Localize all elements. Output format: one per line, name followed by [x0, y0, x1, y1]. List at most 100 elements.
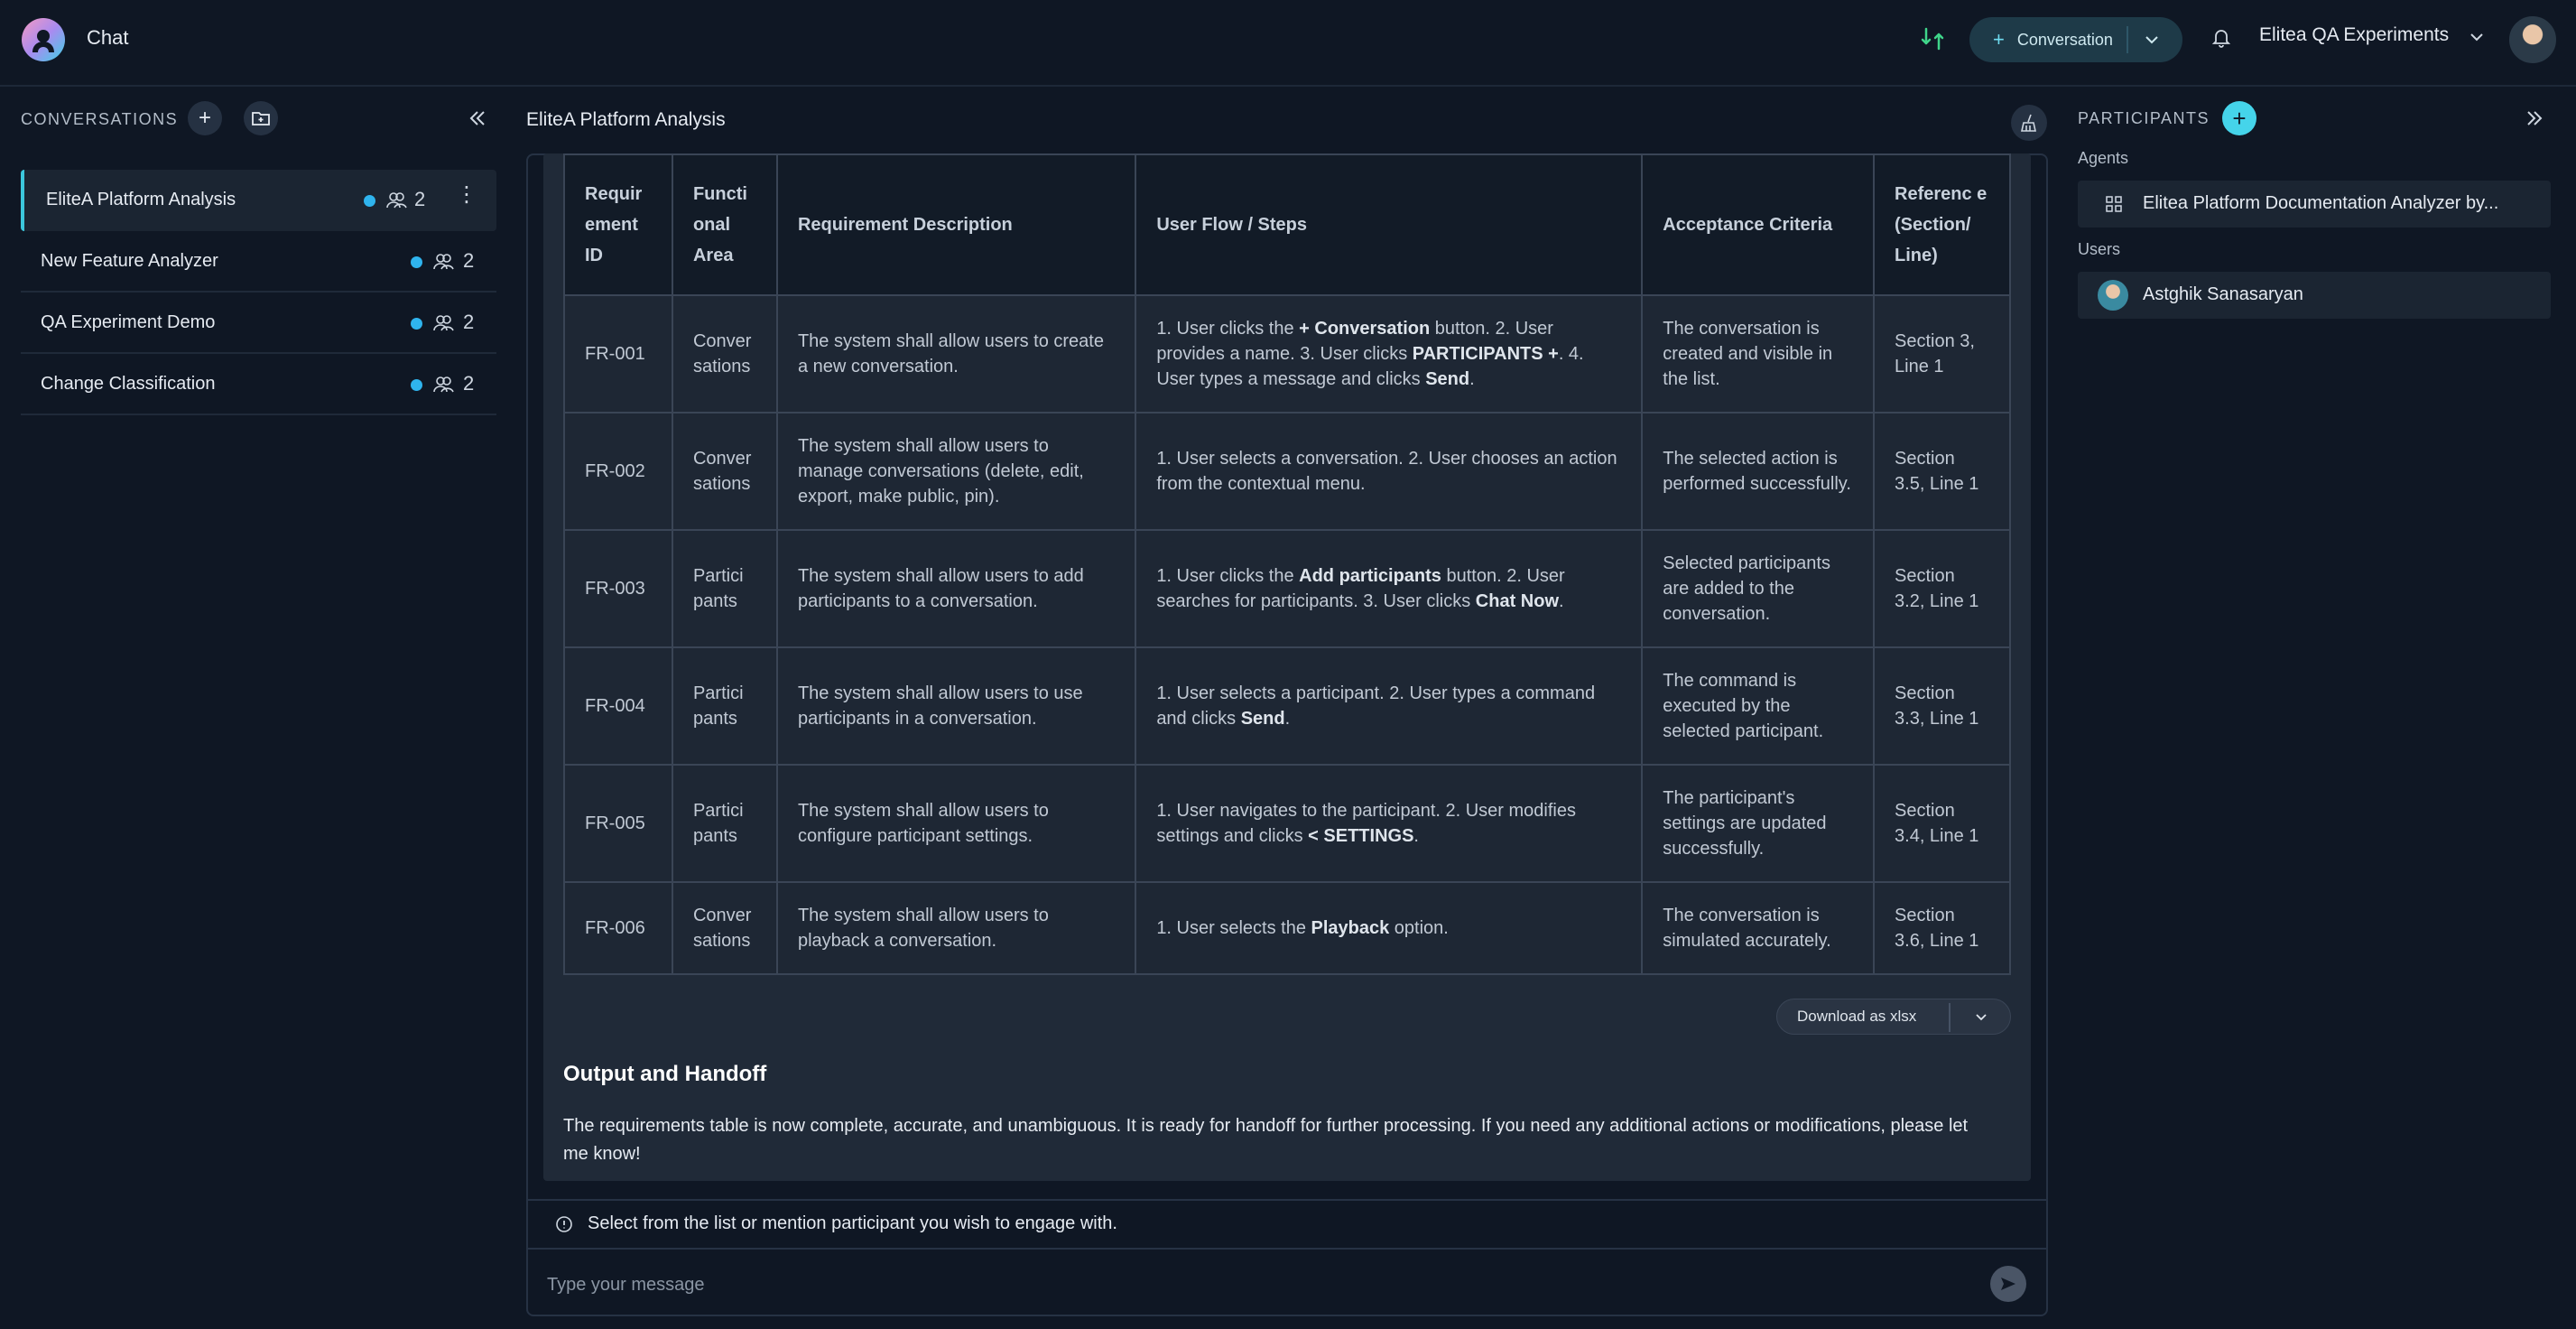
participant-count: 2	[463, 311, 475, 333]
user-flow-cell: 1. User selects a conversation. 2. User …	[1135, 412, 1644, 531]
add-conversation-button[interactable]: +	[188, 101, 222, 135]
functional-area-cell: Conver sations	[671, 881, 778, 975]
collapse-right-icon[interactable]	[2523, 107, 2546, 130]
top-bar: Chat + Conversation Elitea QA Experiment…	[0, 0, 2576, 87]
send-icon	[2001, 1278, 2015, 1290]
functional-area-cell: Partici pants	[671, 764, 778, 883]
participants-icon	[433, 254, 454, 270]
flow-icon[interactable]	[1919, 25, 1946, 52]
requirement-id-cell: FR-002	[563, 412, 673, 531]
app-title: Chat	[87, 26, 129, 49]
chevron-down-icon[interactable]	[2141, 29, 2163, 51]
requirement-id-cell: FR-005	[563, 764, 673, 883]
status-dot	[411, 379, 422, 391]
broom-icon	[2021, 114, 2036, 132]
participants-icon	[433, 376, 454, 393]
output-heading: Output and Handoff	[563, 1062, 767, 1086]
functional-area-cell: Partici pants	[671, 646, 778, 766]
new-conversation-button[interactable]: + Conversation	[1969, 17, 2182, 62]
agent-name: Elitea Platform Documentation Analyzer b…	[2143, 193, 2499, 213]
conversation-item[interactable]: EliteA Platform Analysis 2 ⋮	[21, 170, 496, 231]
collapse-left-icon[interactable]	[466, 107, 489, 130]
conversation-name: QA Experiment Demo	[41, 312, 216, 332]
reference-cell: Section 3.3, Line 1	[1873, 646, 2011, 766]
conversation-item[interactable]: New Feature Analyzer 2	[21, 231, 496, 293]
agent-grid-icon	[2106, 196, 2122, 212]
user-avatar[interactable]	[2509, 16, 2556, 63]
message-input[interactable]	[547, 1269, 1955, 1300]
table-body: FR-001 Conver sations The system shall all…	[563, 294, 2011, 975]
button-divider	[2127, 26, 2128, 53]
conversation-list: EliteA Platform Analysis 2 ⋮ New Feature…	[21, 170, 496, 415]
reference-cell: Section 3, Line 1	[1873, 294, 2011, 414]
plus-icon: +	[1993, 28, 2005, 51]
conversation-name: New Feature Analyzer	[41, 251, 218, 271]
conversations-sidebar: CONVERSATIONS + EliteA Platform Analysis…	[0, 88, 505, 1329]
send-button[interactable]	[1990, 1266, 2026, 1302]
participants-heading: PARTICIPANTS	[2078, 109, 2210, 127]
acceptance-criteria-cell: The selected action is performed success…	[1641, 412, 1876, 531]
conversation-title: EliteA Platform Analysis	[526, 109, 726, 130]
user-flow-cell: 1. User selects a participant. 2. User t…	[1135, 646, 1644, 766]
status-dot	[411, 318, 422, 330]
column-header: Requirement Description	[775, 153, 1137, 296]
table-row: FR-006 Conver sations The system shall all…	[563, 881, 2011, 975]
participant-count: 2	[463, 372, 475, 395]
user-name: Astghik Sanasaryan	[2143, 284, 2303, 304]
more-options-icon[interactable]: ⋮	[456, 184, 477, 206]
table-header-row: Requir ement ID Functi onal Area Require…	[563, 153, 2011, 296]
functional-area-cell: Conver sations	[671, 412, 778, 531]
app-logo-icon[interactable]	[20, 16, 67, 63]
table-row: FR-001 Conver sations The system shall all…	[563, 294, 2011, 414]
description-cell: The system shall allow users to manage c…	[775, 412, 1137, 531]
conversation-name: Change Classification	[41, 374, 216, 394]
table-row: FR-002 Conver sations The system shall all…	[563, 412, 2011, 531]
status-dot	[411, 256, 422, 268]
user-item[interactable]: Astghik Sanasaryan	[2078, 272, 2551, 319]
agent-item[interactable]: Elitea Platform Documentation Analyzer b…	[2078, 181, 2551, 228]
requirement-id-cell: FR-001	[563, 294, 673, 414]
acceptance-criteria-cell: The participant's settings are updated s…	[1641, 764, 1876, 883]
chevron-down-icon[interactable]	[1972, 1008, 1990, 1027]
participants-icon	[386, 192, 407, 209]
conversations-heading: CONVERSATIONS	[21, 110, 179, 128]
clear-chat-button[interactable]	[2011, 105, 2047, 141]
description-cell: The system shall allow users to configur…	[775, 764, 1137, 883]
plus-icon: +	[198, 106, 211, 130]
column-header: User Flow / Steps	[1135, 153, 1644, 296]
users-label: Users	[2078, 240, 2121, 258]
functional-area-cell: Conver sations	[671, 294, 778, 414]
conversation-item[interactable]: QA Experiment Demo 2	[21, 293, 496, 354]
user-flow-cell: 1. User navigates to the participant. 2.…	[1135, 764, 1644, 883]
requirement-id-cell: FR-006	[563, 881, 673, 975]
bell-icon[interactable]	[2210, 25, 2233, 49]
conversation-name: EliteA Platform Analysis	[46, 190, 236, 209]
chevron-down-icon[interactable]	[2466, 26, 2488, 48]
hint-text: Select from the list or mention particip…	[588, 1213, 1117, 1233]
project-selector[interactable]: Elitea QA Experiments	[2259, 24, 2449, 46]
table-row: FR-004 Partici pants The system shall allo…	[563, 646, 2011, 766]
plus-icon: +	[2232, 104, 2247, 132]
description-cell: The system shall allow users to playback…	[775, 881, 1137, 975]
reference-cell: Section 3.5, Line 1	[1873, 412, 2011, 531]
conversation-item[interactable]: Change Classification 2	[21, 354, 496, 415]
add-participant-button[interactable]: +	[2222, 101, 2256, 135]
user-flow-cell: 1. User clicks the + Conversation button…	[1135, 294, 1644, 414]
acceptance-criteria-cell: Selected participants are added to the c…	[1641, 529, 1876, 648]
acceptance-criteria-cell: The conversation is created and visible …	[1641, 294, 1876, 414]
agents-label: Agents	[2078, 149, 2129, 167]
user-flow-cell: 1. User selects the Playback option.	[1135, 881, 1644, 975]
user-flow-cell: 1. User clicks the Add participants butt…	[1135, 529, 1644, 648]
participant-hint-bar: Select from the list or mention particip…	[528, 1199, 2046, 1250]
column-header: Acceptance Criteria	[1641, 153, 1876, 296]
download-xlsx-button[interactable]: Download as xlsx	[1776, 999, 2011, 1035]
column-header: Functi onal Area	[671, 153, 778, 296]
add-folder-button[interactable]	[244, 101, 278, 135]
requirement-id-cell: FR-003	[563, 529, 673, 648]
status-dot	[364, 195, 375, 207]
column-header: Referenc e (Section/ Line)	[1873, 153, 2011, 296]
description-cell: The system shall allow users to create a…	[775, 294, 1137, 414]
description-cell: The system shall allow users to use part…	[775, 646, 1137, 766]
table-row: FR-003 Partici pants The system shall allo…	[563, 529, 2011, 648]
reference-cell: Section 3.2, Line 1	[1873, 529, 2011, 648]
